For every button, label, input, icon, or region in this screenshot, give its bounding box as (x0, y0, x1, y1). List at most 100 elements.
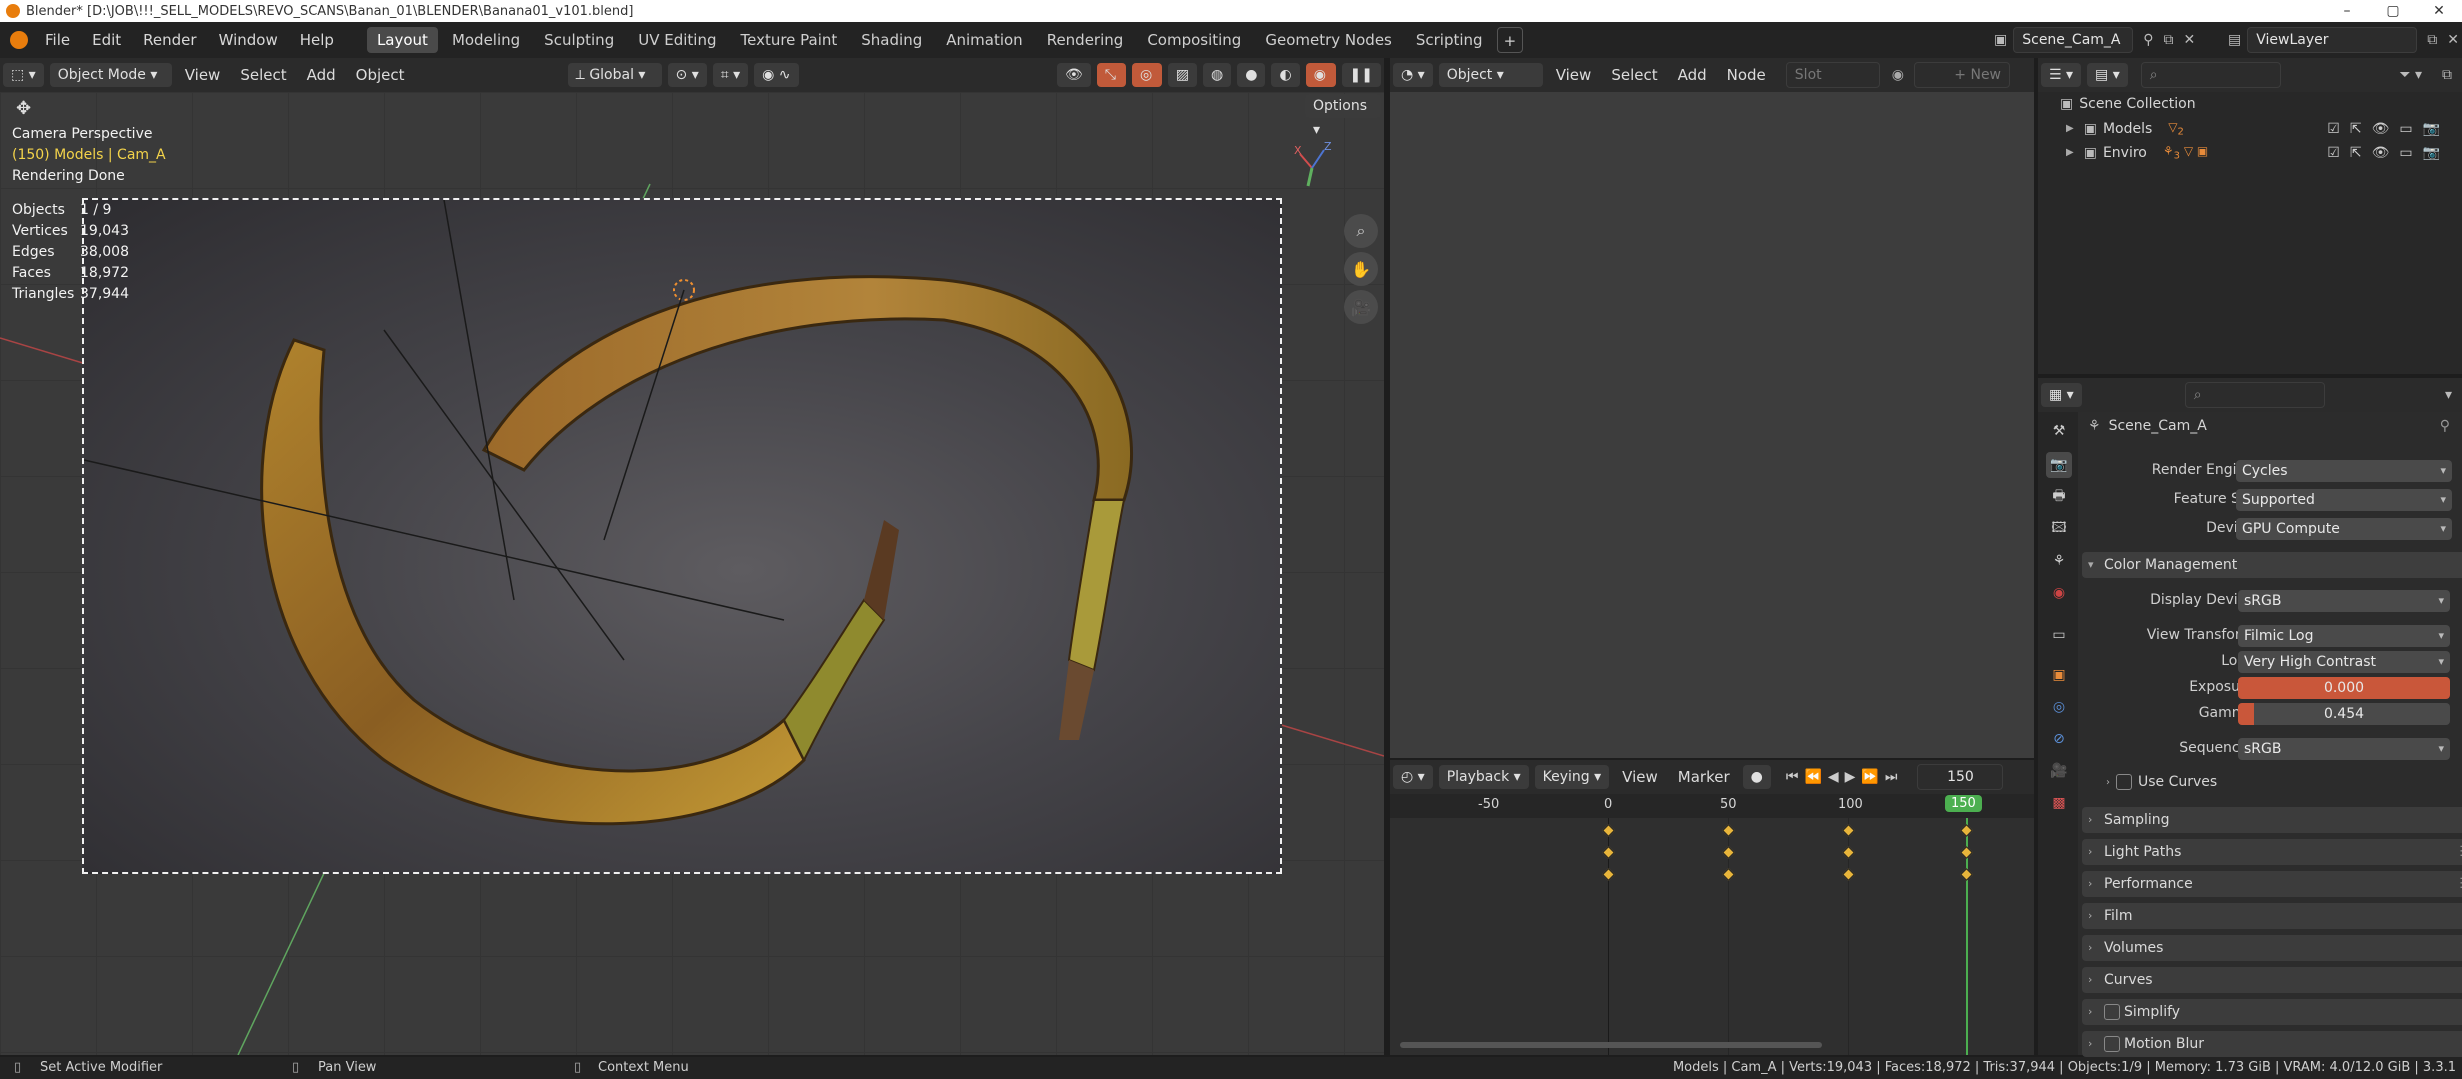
properties-search-input[interactable]: ⌕ (2184, 382, 2325, 408)
node-menu-view[interactable]: View (1546, 66, 1602, 84)
transform-tool-icon[interactable]: ✥ (16, 98, 31, 119)
new-material-button[interactable]: + New (1914, 62, 2011, 88)
add-workspace-button[interactable]: + (1496, 27, 1524, 53)
properties-options-icon[interactable]: ▾ (2445, 387, 2452, 403)
new-scene-icon[interactable]: ⧉ (2164, 32, 2174, 48)
panel-sampling[interactable]: ›Sampling⁞⁞⁞⁞ (2082, 807, 2462, 833)
node-menu-add[interactable]: Add (1668, 66, 1717, 84)
view-layer-icon[interactable]: ▤ (2228, 32, 2241, 48)
visibility-icon[interactable]: 👁 ▾ (1057, 63, 1091, 107)
viewport-menu-object[interactable]: Object (346, 66, 415, 84)
panel-simplify[interactable]: ›Simplify⁞⁞⁞⁞ (2082, 999, 2462, 1025)
look-select[interactable]: Very High Contrast ▾ (2238, 651, 2450, 673)
new-view-layer-icon[interactable]: ⧉ (2427, 32, 2437, 48)
delete-scene-icon[interactable]: ✕ (2184, 32, 2196, 48)
outliner-search-input[interactable]: ⌕ (2140, 62, 2281, 88)
menu-help[interactable]: Help (289, 22, 345, 58)
pause-render-icon[interactable]: ❚❚ (1341, 63, 1381, 87)
panel-motion-blur[interactable]: ›Motion Blur⁞⁞⁞⁞ (2082, 1031, 2462, 1057)
rendered-shading-icon[interactable]: ◉ ▾ (1305, 63, 1336, 107)
feature-set-select[interactable]: Supported ▾ (2236, 489, 2452, 511)
current-frame-field[interactable]: 150 (1917, 764, 2004, 790)
motion-blur-checkbox[interactable] (2104, 1036, 2120, 1052)
panel-color-management[interactable]: ▾ Color Management ⁞⁞⁞⁞ (2082, 552, 2462, 578)
scene-icon[interactable]: ▣ (1994, 32, 2007, 48)
pivot-icon[interactable]: ⊙ ▾ (667, 63, 707, 87)
tab-sculpting[interactable]: Sculpting (534, 27, 624, 53)
outliner-editor-icon[interactable]: ☰ ▾ (2041, 63, 2082, 87)
node-type-selector[interactable]: Object ▾ (1438, 63, 1543, 87)
tab-scripting[interactable]: Scripting (1406, 27, 1493, 53)
properties-editor-icon[interactable]: ▦ ▾ (2041, 383, 2082, 407)
xray-icon[interactable]: ▨ (1167, 63, 1198, 87)
gizmo-icon[interactable]: ⤡ ▾ (1096, 63, 1126, 107)
tool-tab-icon[interactable]: ⚒ (2046, 418, 2072, 444)
camera-view-icon[interactable]: 🎥 (1344, 290, 1378, 324)
mode-selector[interactable]: Object Mode ▾ (49, 63, 172, 87)
scene-selector[interactable]: Scene_Cam_A (2013, 27, 2134, 53)
timeline-menu-marker[interactable]: Marker (1668, 768, 1740, 786)
axis-gizmo[interactable]: X Z (1288, 142, 1338, 192)
expand-icon[interactable]: ▶ (2066, 147, 2074, 158)
timeline-editor-icon[interactable]: ◴ ▾ (1393, 765, 1433, 789)
wireframe-shading-icon[interactable]: ◍ (1203, 63, 1232, 87)
display-mode-icon[interactable]: ▤ ▾ (2087, 63, 2128, 87)
material-shading-icon[interactable]: ◐ (1271, 63, 1300, 87)
editor-type-icon[interactable]: ⬚ ▾ (3, 63, 44, 87)
playback-controls[interactable]: ⏮⏪◀▶⏩⏭ (1786, 769, 1904, 785)
zoom-icon[interactable]: ⌕ (1344, 214, 1378, 248)
minimize-button[interactable]: – (2324, 0, 2370, 22)
menu-window[interactable]: Window (208, 22, 289, 58)
exposure-slider[interactable]: 0.000 (2238, 677, 2450, 699)
sequencer-select[interactable]: sRGB ▾ (2238, 738, 2450, 760)
outliner-scene-collection[interactable]: ▣ Scene Collection (2060, 96, 2196, 112)
device-select[interactable]: GPU Compute ▾ (2236, 518, 2452, 540)
tab-modeling[interactable]: Modeling (442, 27, 530, 53)
menu-render[interactable]: Render (132, 22, 207, 58)
pan-hand-icon[interactable]: ✋ (1344, 252, 1378, 286)
menu-file[interactable]: File (34, 22, 81, 58)
browse-material-icon[interactable]: ◉ (1892, 67, 1904, 83)
tab-animation[interactable]: Animation (936, 27, 1032, 53)
menu-edit[interactable]: Edit (81, 22, 132, 58)
use-curves-row[interactable]: › Use Curves (2106, 774, 2217, 790)
3d-viewport[interactable]: ✥ Camera Perspective (150) Models | Cam_… (0, 92, 1384, 1055)
snap-icon[interactable]: ⌗ ▾ (712, 63, 749, 87)
outliner-item-enviro[interactable]: ▶ ▣ Enviro ⚘3 ▽ ▣ ☑⇱👁▭📷 (2066, 144, 2462, 161)
display-device-select[interactable]: sRGB ▾ (2238, 590, 2450, 612)
tab-rendering[interactable]: Rendering (1037, 27, 1134, 53)
tab-geometry-nodes[interactable]: Geometry Nodes (1255, 27, 1402, 53)
slot-field[interactable]: Slot (1785, 62, 1880, 88)
scene-tab-icon[interactable]: ⚘ (2046, 548, 2072, 574)
maximize-button[interactable]: ▢ (2370, 0, 2416, 22)
panel-volumes[interactable]: ›Volumes⁞⁞⁞⁞ (2082, 935, 2462, 961)
tab-texture-paint[interactable]: Texture Paint (730, 27, 847, 53)
new-collection-icon[interactable]: ⧉ (2442, 67, 2452, 83)
timeline-menu-view[interactable]: View (1612, 768, 1668, 786)
tab-layout[interactable]: Layout (366, 27, 438, 53)
filter-icon[interactable]: ⏷ ▾ (2399, 67, 2422, 83)
node-editor-type-icon[interactable]: ◔ ▾ (1393, 63, 1433, 87)
restriction-toggles[interactable]: ☑⇱👁▭📷 (2327, 145, 2450, 161)
pin-icon[interactable]: ⚲ (2143, 32, 2153, 48)
timeline-scrollbar[interactable] (1400, 1042, 1822, 1048)
viewport-menu-add[interactable]: Add (297, 66, 346, 84)
panel-performance[interactable]: ›Performance☰ ⁞⁞⁞⁞ (2082, 871, 2462, 897)
blender-menu-icon[interactable] (10, 31, 28, 49)
timeline-area[interactable]: -50 0 50 100 150 (1390, 794, 2034, 1055)
node-editor-canvas[interactable] (1390, 92, 2034, 758)
view-layer-selector[interactable]: ViewLayer (2247, 27, 2418, 53)
keying-menu[interactable]: Keying ▾ (1534, 765, 1610, 789)
node-menu-node[interactable]: Node (1717, 66, 1776, 84)
restriction-toggles[interactable]: ☑⇱👁▭📷 (2327, 121, 2450, 137)
simplify-checkbox[interactable] (2104, 1004, 2120, 1020)
tab-shading[interactable]: Shading (851, 27, 932, 53)
tab-uv-editing[interactable]: UV Editing (628, 27, 726, 53)
panel-curves[interactable]: ›Curves⁞⁞⁞⁞ (2082, 967, 2462, 993)
expand-icon[interactable]: ▶ (2066, 123, 2074, 134)
use-curves-checkbox[interactable] (2116, 774, 2132, 790)
pin-context-icon[interactable]: ⚲ (2440, 418, 2450, 434)
close-button[interactable]: ✕ (2416, 0, 2462, 22)
viewport-menu-select[interactable]: Select (230, 66, 296, 84)
overlay-icon[interactable]: ◎ ▾ (1132, 63, 1162, 107)
